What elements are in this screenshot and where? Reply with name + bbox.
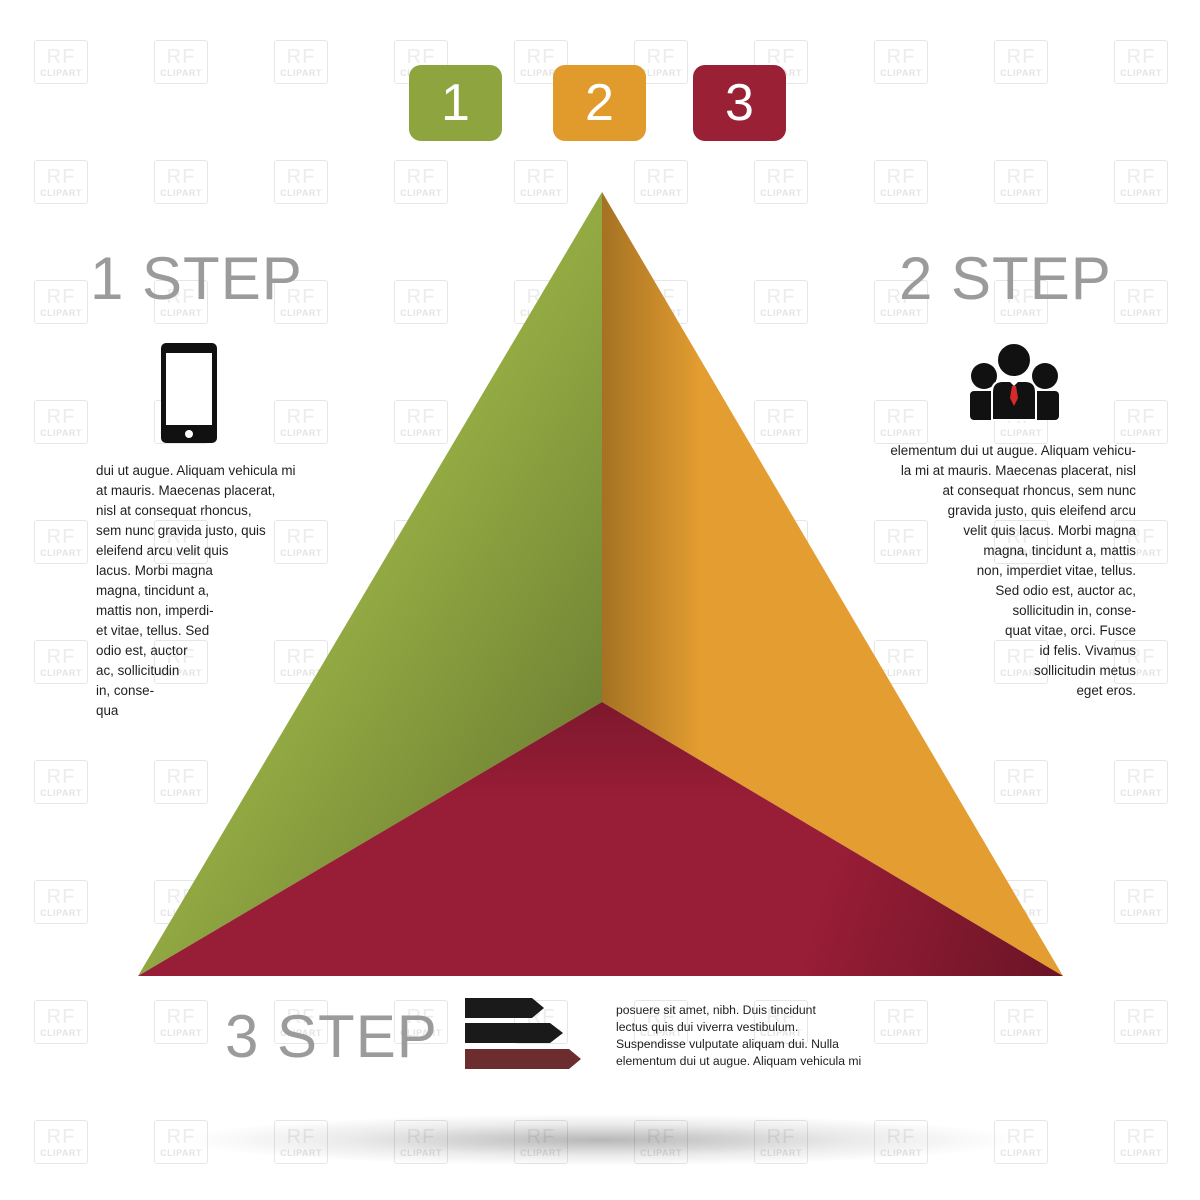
step-2-badge: 2 <box>553 65 646 141</box>
step-3-badge: 3 <box>693 65 786 141</box>
step-3-title: 3 STEP <box>225 1003 438 1070</box>
smartphone-icon <box>161 343 217 443</box>
step-3-description: posuere sit amet, nibh. Duis tincidunt l… <box>616 1003 862 1068</box>
floor-shadow <box>180 1114 1020 1166</box>
step-2-description: elementum dui ut augue. Aliquam vehicu- … <box>890 443 1136 698</box>
step-1-badge: 1 <box>409 65 502 141</box>
step-2-title: 2 STEP <box>899 245 1112 312</box>
step-1-description: dui ut augue. Aliquam vehicula mi at mau… <box>96 463 296 718</box>
team-people-icon <box>970 342 1059 421</box>
step-1-title: 1 STEP <box>90 245 303 312</box>
stacked-arrows-icon <box>465 998 581 1069</box>
